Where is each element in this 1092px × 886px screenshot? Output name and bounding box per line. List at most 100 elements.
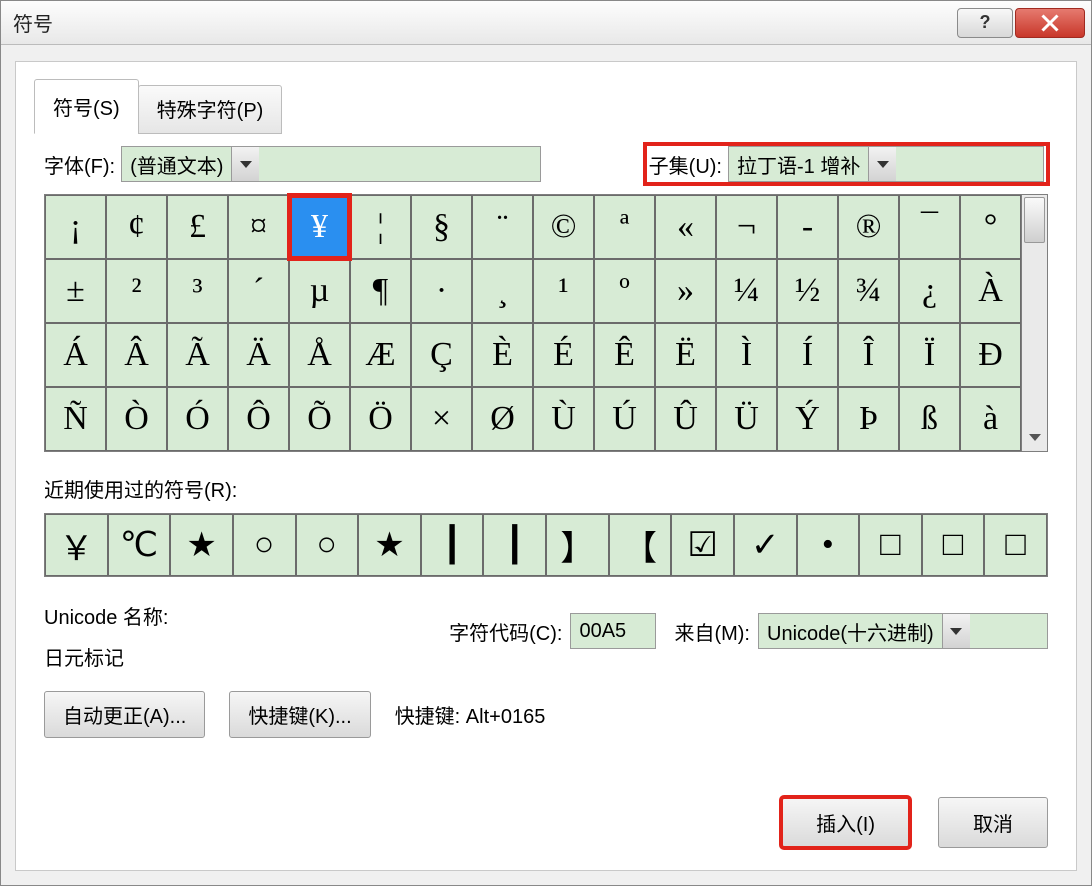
recent-symbol-cell[interactable]: ○ [296, 514, 359, 576]
symbol-cell[interactable]: £ [167, 195, 228, 259]
symbol-cell[interactable]: Í [777, 323, 838, 387]
symbol-cell[interactable]: ¿ [899, 259, 960, 323]
subset-group-highlight: 子集(U): 拉丁语-1 增补 [645, 144, 1048, 184]
symbol-cell[interactable]: Æ [350, 323, 411, 387]
symbol-cell[interactable]: µ [289, 259, 350, 323]
scroll-down-icon[interactable] [1024, 425, 1045, 449]
symbol-cell[interactable]: À [960, 259, 1021, 323]
symbol-cell[interactable]: Þ [838, 387, 899, 451]
from-label: 来自(M): [674, 617, 750, 646]
symbol-cell[interactable]: Ù [533, 387, 594, 451]
symbol-cell[interactable]: Á [45, 323, 106, 387]
symbol-cell[interactable]: ¯ [899, 195, 960, 259]
symbol-cell[interactable]: Û [655, 387, 716, 451]
recent-symbol-cell[interactable]: ┃ [483, 514, 546, 576]
symbol-cell[interactable]: ¼ [716, 259, 777, 323]
char-code-input[interactable]: 00A5 [570, 613, 656, 649]
help-button[interactable] [957, 8, 1013, 38]
grid-scrollbar[interactable] [1021, 195, 1047, 451]
symbol-cell[interactable]: ¤ [228, 195, 289, 259]
symbol-cell[interactable]: º [594, 259, 655, 323]
symbol-cell[interactable]: « [655, 195, 716, 259]
symbol-cell[interactable]: » [655, 259, 716, 323]
symbol-cell[interactable]: Ì [716, 323, 777, 387]
symbol-cell[interactable]: Â [106, 323, 167, 387]
symbol-cell[interactable]: Õ [289, 387, 350, 451]
symbol-cell[interactable]: Ò [106, 387, 167, 451]
chevron-down-icon [868, 147, 896, 181]
symbol-cell[interactable]: ¦ [350, 195, 411, 259]
close-button[interactable] [1015, 8, 1085, 38]
symbol-cell[interactable]: Ø [472, 387, 533, 451]
symbol-cell[interactable]: ¹ [533, 259, 594, 323]
symbol-cell[interactable]: © [533, 195, 594, 259]
symbol-cell[interactable]: Î [838, 323, 899, 387]
symbol-cell[interactable]: ´ [228, 259, 289, 323]
symbol-cell[interactable]: ª [594, 195, 655, 259]
symbol-cell[interactable]: ¨ [472, 195, 533, 259]
symbol-cell[interactable]: ¢ [106, 195, 167, 259]
recent-symbol-cell[interactable]: ★ [170, 514, 233, 576]
shortcut-key-button[interactable]: 快捷键(K)... [229, 691, 370, 738]
recent-symbol-cell[interactable]: 【 [609, 514, 672, 576]
symbol-cell[interactable]: § [411, 195, 472, 259]
symbol-cell[interactable]: Ã [167, 323, 228, 387]
symbol-cell[interactable]: Ô [228, 387, 289, 451]
recent-symbol-cell[interactable]: • [797, 514, 860, 576]
cancel-button[interactable]: 取消 [938, 797, 1048, 848]
from-combo[interactable]: Unicode(十六进制) [758, 613, 1048, 649]
symbol-cell[interactable]: ¶ [350, 259, 411, 323]
symbol-cell[interactable]: ³ [167, 259, 228, 323]
recent-symbol-cell[interactable]: ℃ [108, 514, 171, 576]
symbol-cell[interactable]: ¬ [716, 195, 777, 259]
symbol-cell[interactable]: Ý [777, 387, 838, 451]
symbol-cell[interactable]: É [533, 323, 594, 387]
tabs: 符号(S) 特殊字符(P) [16, 80, 1076, 132]
recent-symbol-cell[interactable]: ┃ [421, 514, 484, 576]
symbol-cell[interactable]: È [472, 323, 533, 387]
symbol-cell[interactable]: ¥ [289, 195, 350, 259]
recent-symbol-cell[interactable]: ○ [233, 514, 296, 576]
recent-symbol-cell[interactable]: □ [859, 514, 922, 576]
subset-combo[interactable]: 拉丁语-1 增补 [728, 146, 1044, 182]
scroll-thumb[interactable] [1024, 197, 1045, 243]
recent-symbol-cell[interactable]: □ [922, 514, 985, 576]
symbol-cell[interactable]: Ï [899, 323, 960, 387]
insert-button[interactable]: 插入(I) [781, 797, 910, 848]
symbol-cell[interactable]: ¡ [45, 195, 106, 259]
symbol-cell[interactable]: ¸ [472, 259, 533, 323]
recent-symbol-cell[interactable]: 】 [546, 514, 609, 576]
tab-symbols[interactable]: 符号(S) [34, 79, 139, 134]
symbol-cell[interactable]: ½ [777, 259, 838, 323]
symbol-cell[interactable]: Ú [594, 387, 655, 451]
symbol-cell[interactable]: Ö [350, 387, 411, 451]
recent-symbol-cell[interactable]: □ [984, 514, 1047, 576]
symbol-cell[interactable]: Ü [716, 387, 777, 451]
recent-symbol-cell[interactable]: ￥ [45, 514, 108, 576]
symbol-cell[interactable]: ß [899, 387, 960, 451]
symbol-cell[interactable]: Ç [411, 323, 472, 387]
symbol-cell[interactable]: Ó [167, 387, 228, 451]
symbol-cell[interactable]: Ð [960, 323, 1021, 387]
char-code-label: 字符代码(C): [449, 617, 562, 646]
symbol-cell[interactable]: ® [838, 195, 899, 259]
symbol-cell[interactable]: Ê [594, 323, 655, 387]
recent-symbol-cell[interactable]: ★ [358, 514, 421, 576]
font-combo[interactable]: (普通文本) [121, 146, 541, 182]
symbol-cell[interactable]: ° [960, 195, 1021, 259]
symbol-cell[interactable]: Ë [655, 323, 716, 387]
symbol-cell[interactable]: Ñ [45, 387, 106, 451]
symbol-cell[interactable]: - [777, 195, 838, 259]
autocorrect-button[interactable]: 自动更正(A)... [44, 691, 205, 738]
symbol-cell[interactable]: ¾ [838, 259, 899, 323]
symbol-cell[interactable]: Ä [228, 323, 289, 387]
symbol-cell[interactable]: Å [289, 323, 350, 387]
symbol-cell[interactable]: à [960, 387, 1021, 451]
symbol-cell[interactable]: × [411, 387, 472, 451]
tab-special-chars[interactable]: 特殊字符(P) [138, 85, 283, 134]
recent-symbol-cell[interactable]: ☑ [671, 514, 734, 576]
symbol-cell[interactable]: ± [45, 259, 106, 323]
recent-symbol-cell[interactable]: ✓ [734, 514, 797, 576]
symbol-cell[interactable]: ² [106, 259, 167, 323]
symbol-cell[interactable]: · [411, 259, 472, 323]
